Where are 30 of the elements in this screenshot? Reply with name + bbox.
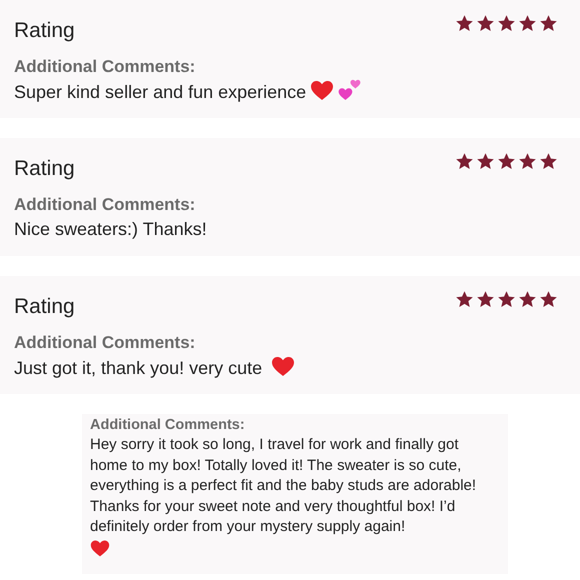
comments-label: Additional Comments: <box>14 194 196 216</box>
rating-title: Rating <box>14 156 75 182</box>
star-icon <box>497 290 516 309</box>
comment-text: Just got it, thank you! very cute <box>14 354 558 381</box>
star-icon <box>476 14 495 33</box>
star-icon <box>539 290 558 309</box>
star-icon <box>539 14 558 33</box>
star-icon <box>518 152 537 171</box>
comments-label: Additional Comments: <box>14 332 196 354</box>
comment-text: Hey sorry it took so long, I travel for work and finally got home to my box! Totally loved it! The sweater is so cute, everything is a perfect fit and the baby studs are adorable! Thanks for your sweet note and very thoughtful box! I’d definitely order from your mystery supply again! <box>90 435 478 537</box>
star-icon <box>518 290 537 309</box>
comments-label: Additional Comments: <box>14 56 196 78</box>
star-icon <box>497 152 516 171</box>
star-icon <box>518 14 537 33</box>
two-hearts-icon <box>338 78 362 102</box>
star-icon <box>539 152 558 171</box>
star-icon <box>455 14 474 33</box>
heart-icon <box>310 78 334 102</box>
heart-icon <box>271 354 296 378</box>
rating-title: Rating <box>14 18 75 44</box>
comments-label: Additional Comments: <box>90 416 246 435</box>
rating-title: Rating <box>14 294 75 320</box>
star-icon <box>497 14 516 33</box>
comment-text: Super kind seller and fun experience <box>14 78 558 105</box>
star-icon <box>476 152 495 171</box>
star-icon <box>455 290 474 309</box>
comment-text: Nice sweaters:) Thanks! <box>14 218 208 241</box>
heart-icon <box>90 538 110 558</box>
star-icon <box>476 290 495 309</box>
star-icon <box>455 152 474 171</box>
